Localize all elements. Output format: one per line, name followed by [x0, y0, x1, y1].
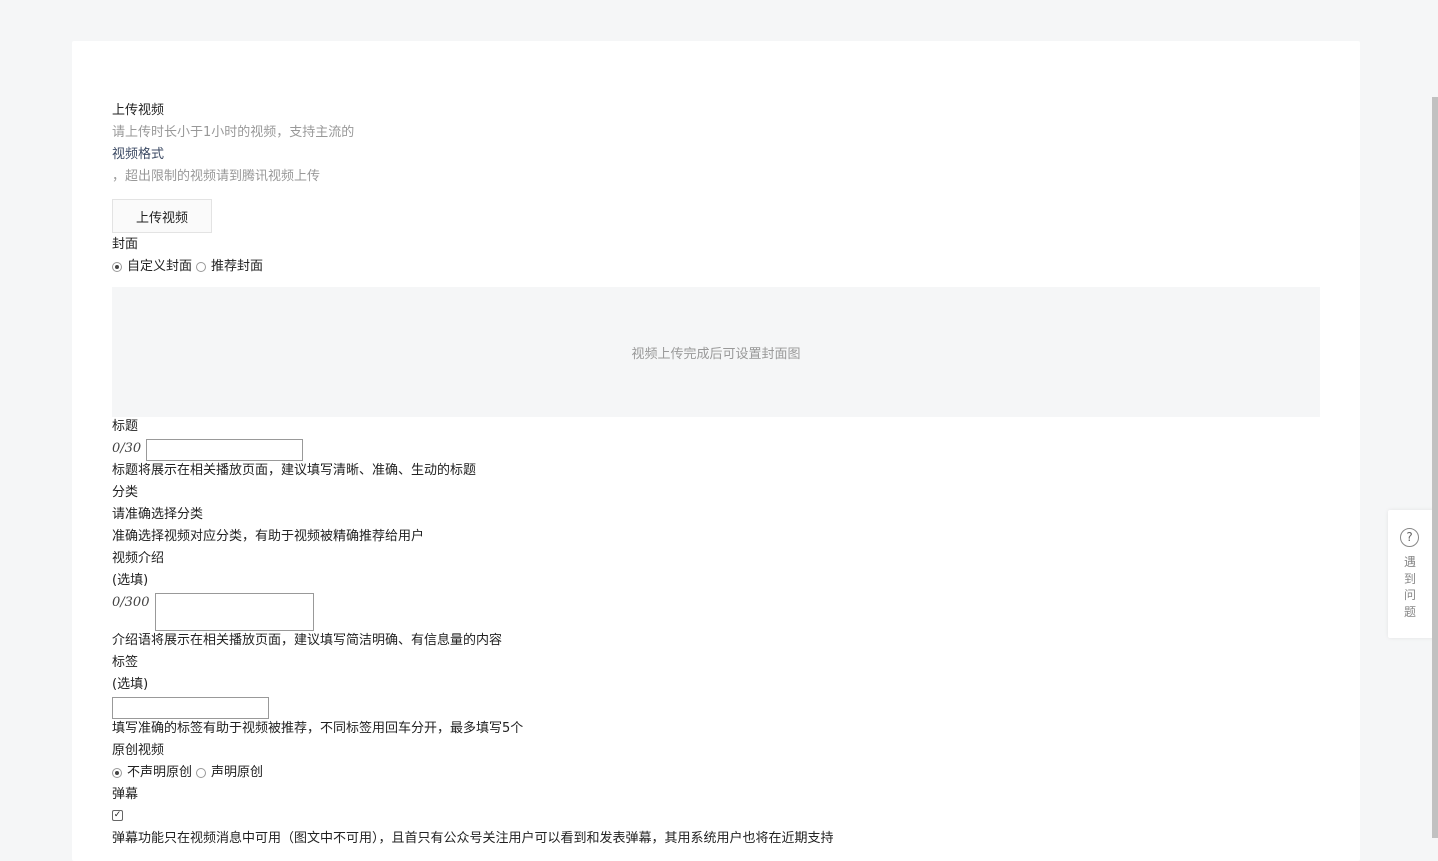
- title-label: 标题: [112, 419, 139, 434]
- title-input[interactable]: [146, 439, 303, 461]
- not-original-label[interactable]: 不声明原创: [127, 762, 192, 784]
- tags-input[interactable]: [112, 697, 269, 719]
- declare-original-radio[interactable]: [196, 768, 207, 778]
- upload-label: 上传视频: [112, 103, 165, 118]
- category-label: 分类: [112, 485, 139, 500]
- tags-hint: 填写准确的标签有助于视频被推荐，不同标签用回车分开，最多填写5个: [112, 721, 524, 736]
- tags-label: 标签: [112, 655, 139, 670]
- recommended-cover-label[interactable]: 推荐封面: [211, 256, 263, 278]
- help-label[interactable]: 遇到问题: [1402, 554, 1418, 620]
- declare-original-label[interactable]: 声明原创: [211, 762, 263, 784]
- danmaku-hint: 弹幕功能只在视频消息中可用（图文中不可用），且首只有公众号关注用户可以看到和发表…: [112, 831, 834, 846]
- danmaku-label: 弹幕: [112, 787, 139, 802]
- upload-video-button[interactable]: 上传视频: [112, 199, 212, 233]
- intro-hint: 介绍语将展示在相关播放页面，建议填写简洁明确、有信息量的内容: [112, 633, 503, 648]
- custom-cover-label[interactable]: 自定义封面: [127, 256, 192, 278]
- custom-cover-radio[interactable]: [112, 262, 122, 272]
- video-format-link[interactable]: 视频格式: [112, 144, 164, 166]
- intro-optional: (选填): [112, 573, 149, 588]
- danmaku-checkbox[interactable]: ✓: [112, 810, 123, 821]
- cover-options: 自定义封面 推荐封面: [112, 256, 267, 278]
- help-panel[interactable]: ? 遇到问题: [1388, 510, 1438, 638]
- upload-hint-prefix: 请上传时长小于1小时的视频，支持主流的: [112, 125, 355, 140]
- intro-label: 视频介绍: [112, 551, 165, 566]
- cover-label: 封面: [112, 237, 139, 252]
- original-label: 原创视频: [112, 743, 165, 758]
- category-select[interactable]: 请准确选择分类: [112, 504, 203, 526]
- title-hint: 标题将展示在相关播放页面，建议填写清晰、准确、生动的标题: [112, 463, 477, 478]
- upload-hint-suffix: ，超出限制的视频请到腾讯视频上传: [112, 169, 321, 184]
- question-circle-icon[interactable]: ?: [1400, 528, 1419, 547]
- category-hint: 准确选择视频对应分类，有助于视频被精确推荐给用户: [112, 529, 425, 544]
- tags-optional: (选填): [112, 677, 149, 692]
- cover-placeholder-area: 视频上传完成后可设置封面图: [112, 287, 1320, 417]
- scrollbar[interactable]: [1432, 97, 1438, 838]
- intro-counter: 0/300: [112, 595, 150, 610]
- intro-textarea[interactable]: [155, 593, 314, 631]
- not-original-radio[interactable]: [112, 768, 122, 778]
- cover-placeholder-text: 视频上传完成后可设置封面图: [631, 346, 801, 362]
- title-counter: 0/30: [112, 441, 142, 456]
- recommended-cover-radio[interactable]: [196, 262, 207, 272]
- original-options: 不声明原创 声明原创: [112, 762, 267, 784]
